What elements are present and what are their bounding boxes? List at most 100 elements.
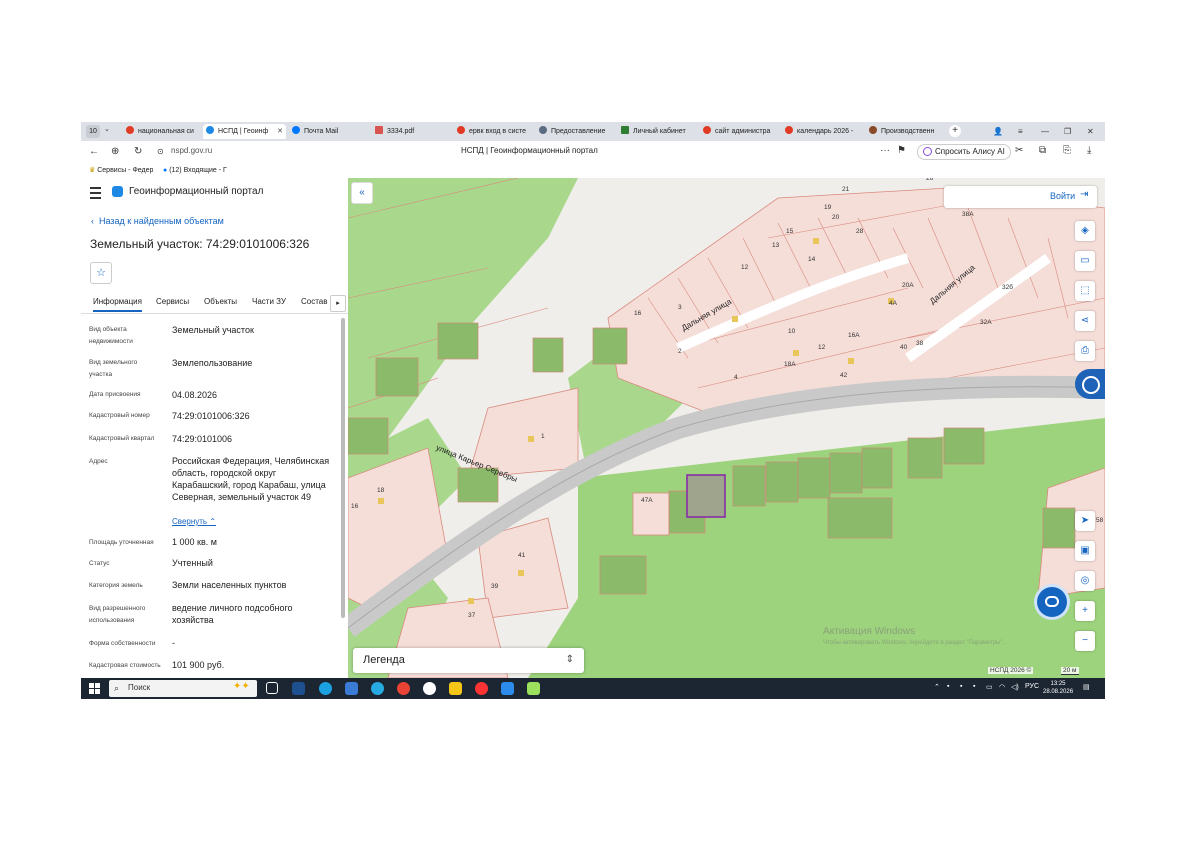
tray-app-icon[interactable]: ▪ bbox=[973, 683, 975, 690]
pen-app-icon[interactable] bbox=[527, 682, 540, 695]
notifications-icon[interactable]: ▤ bbox=[1083, 683, 1090, 691]
outlook-icon[interactable] bbox=[501, 682, 514, 695]
collapse-panel-button[interactable]: « bbox=[351, 182, 373, 204]
volume-icon[interactable]: ◁) bbox=[1011, 683, 1019, 691]
ask-alice-button[interactable]: Спросить Алису AI bbox=[917, 144, 1011, 160]
tab-sait-administracii[interactable]: сайт администра bbox=[700, 124, 777, 139]
house-number: 4А bbox=[889, 300, 897, 307]
tab-count-badge[interactable]: 10 bbox=[86, 125, 100, 138]
language-indicator[interactable]: РУС bbox=[1025, 683, 1039, 690]
security-icon[interactable]: ⊕ bbox=[111, 145, 119, 158]
tab-objects[interactable]: Объекты bbox=[204, 297, 237, 306]
reload-icon[interactable]: ↻ bbox=[134, 145, 142, 158]
tab-information[interactable]: Информация bbox=[93, 297, 142, 312]
bookmark-services[interactable]: ♛ Сервисы - Федер bbox=[89, 165, 153, 176]
bookmark-inbox[interactable]: ● (12) Входящие - Г bbox=[163, 165, 227, 176]
gosuslugi-icon[interactable] bbox=[1075, 369, 1105, 399]
cadastral-map[interactable]: Дальняя улица Дальняя улица улица Карьер… bbox=[348, 178, 1105, 678]
layers-icon[interactable]: ◈ bbox=[1075, 221, 1095, 241]
select-area-icon[interactable]: ⬚ bbox=[1075, 281, 1095, 301]
task-view-icon[interactable] bbox=[266, 682, 278, 694]
collections-icon[interactable]: ⎘ bbox=[1063, 145, 1071, 156]
windows-start-icon[interactable] bbox=[89, 683, 100, 694]
prop-label: Статус bbox=[89, 560, 110, 567]
store-icon[interactable] bbox=[345, 682, 358, 695]
prop-value: Землепользование bbox=[172, 358, 253, 368]
prop-label: Кадастровая стоимость bbox=[89, 662, 161, 669]
favorite-star-button[interactable]: ☆ bbox=[90, 262, 112, 284]
tab-mail[interactable]: Почта Mail bbox=[289, 124, 366, 139]
calendar-favicon-icon bbox=[869, 126, 877, 134]
skype-icon[interactable] bbox=[371, 682, 384, 695]
edge-icon[interactable] bbox=[319, 682, 332, 695]
collapse-address-link[interactable]: Свернуть ⌃ bbox=[172, 517, 216, 526]
house-number: 19 bbox=[824, 204, 832, 211]
tray-app-icon[interactable]: ▪ bbox=[947, 683, 949, 690]
tray-app-icon[interactable]: ▪ bbox=[960, 683, 962, 690]
geolocation-icon[interactable]: ◎ bbox=[1075, 571, 1095, 591]
tabs-scroll-right-button[interactable]: ▸ bbox=[330, 295, 346, 312]
share-icon[interactable]: ⋖ bbox=[1075, 311, 1095, 331]
tab-predostavlenie[interactable]: Предоставление bbox=[536, 124, 613, 139]
panel-scrollbar[interactable] bbox=[341, 318, 345, 618]
zoom-out-icon[interactable]: − bbox=[1075, 631, 1095, 651]
house-number: 26 bbox=[926, 178, 934, 182]
tab-ervk[interactable]: ервк вход в систе bbox=[454, 124, 531, 139]
chrome-icon[interactable] bbox=[397, 682, 410, 695]
tab-proizvodstvenny[interactable]: Производственн bbox=[866, 124, 945, 139]
minimize-icon[interactable]: — bbox=[1041, 124, 1049, 139]
prop-label: Кадастровый квартал bbox=[89, 435, 155, 442]
widgets-icon[interactable] bbox=[292, 682, 305, 695]
prop-value: 101 900 руб. bbox=[172, 660, 225, 670]
zoom-in-icon[interactable]: + bbox=[1075, 601, 1095, 621]
print-icon[interactable]: ⎙ bbox=[1075, 341, 1095, 361]
url-field[interactable]: nspd.gov.ru bbox=[171, 146, 212, 155]
ruler-icon[interactable]: ▭ bbox=[1075, 251, 1095, 271]
profile-icon[interactable]: 👤 bbox=[993, 124, 1003, 139]
tray-chevron-icon[interactable]: ⌃ bbox=[934, 683, 940, 691]
close-tab-icon[interactable]: ✕ bbox=[277, 124, 283, 139]
tab-list-chevron-icon[interactable]: ⌄ bbox=[104, 125, 110, 133]
hamburger-menu-icon[interactable] bbox=[90, 187, 101, 199]
locate-icon[interactable]: ➤ bbox=[1075, 511, 1095, 531]
menu-icon[interactable]: ≡ bbox=[1018, 124, 1023, 139]
extensions-icon[interactable]: ✂ bbox=[1015, 145, 1023, 156]
tab-label: Почта Mail bbox=[304, 128, 339, 135]
file-explorer-icon[interactable] bbox=[449, 682, 462, 695]
tab-lichny-kabinet[interactable]: Личный кабинет bbox=[618, 124, 695, 139]
tab-pdf[interactable]: 3334.pdf bbox=[372, 124, 449, 139]
tab-label: сайт администра bbox=[715, 128, 771, 135]
tab-nspd-active[interactable]: НСПД | Геоинф ✕ bbox=[203, 124, 286, 139]
download-icon[interactable]: ⤓ bbox=[1087, 145, 1091, 156]
tab-kalendar[interactable]: календарь 2026 - bbox=[782, 124, 863, 139]
restore-icon[interactable]: ❐ bbox=[1064, 124, 1071, 139]
tab-services[interactable]: Сервисы bbox=[156, 297, 189, 306]
back-arrow-icon[interactable]: ← bbox=[89, 145, 99, 158]
more-dots-icon[interactable]: ··· bbox=[880, 145, 890, 156]
legend-dropdown[interactable]: Легенда ⇕ bbox=[353, 648, 584, 673]
wifi-icon[interactable]: ◠ bbox=[999, 683, 1005, 691]
new-tab-button[interactable]: + bbox=[949, 125, 961, 137]
taskbar-clock[interactable]: 13:25 28.08.2026 bbox=[1043, 680, 1073, 696]
close-window-icon[interactable]: ✕ bbox=[1087, 124, 1094, 139]
network-icon[interactable]: ▭ bbox=[986, 683, 993, 691]
tab-parts[interactable]: Части ЗУ bbox=[252, 297, 286, 306]
app-title: Геоинформационный портал bbox=[129, 186, 264, 197]
map-attribution: НСПД 2026 © bbox=[988, 667, 1034, 674]
tab-composition[interactable]: Состав bbox=[301, 297, 328, 306]
taskbar-search[interactable]: ⌕ Поиск ✦✦ bbox=[109, 680, 257, 697]
yandex-browser-icon[interactable] bbox=[475, 682, 488, 695]
basemap-icon[interactable]: ▣ bbox=[1075, 541, 1095, 561]
tab-label: календарь 2026 - bbox=[797, 128, 854, 135]
login-button[interactable]: Войти ⇥ bbox=[944, 186, 1097, 208]
site-info-icon[interactable]: ⊙ bbox=[157, 145, 164, 158]
chat-icon[interactable] bbox=[1037, 587, 1067, 617]
tab-natsionalnaya[interactable]: национальная си bbox=[123, 124, 200, 139]
puzzle-icon[interactable]: ⧉ bbox=[1039, 145, 1046, 156]
back-to-results-link[interactable]: ‹ Назад к найденным объектам bbox=[91, 216, 224, 226]
house-number: 58 bbox=[1096, 517, 1104, 524]
selected-parcel[interactable] bbox=[686, 474, 726, 518]
opera-icon[interactable] bbox=[423, 682, 436, 695]
bookmark-icon[interactable]: ⚑ bbox=[897, 145, 906, 156]
prop-label: Площадь уточненная bbox=[89, 539, 154, 546]
